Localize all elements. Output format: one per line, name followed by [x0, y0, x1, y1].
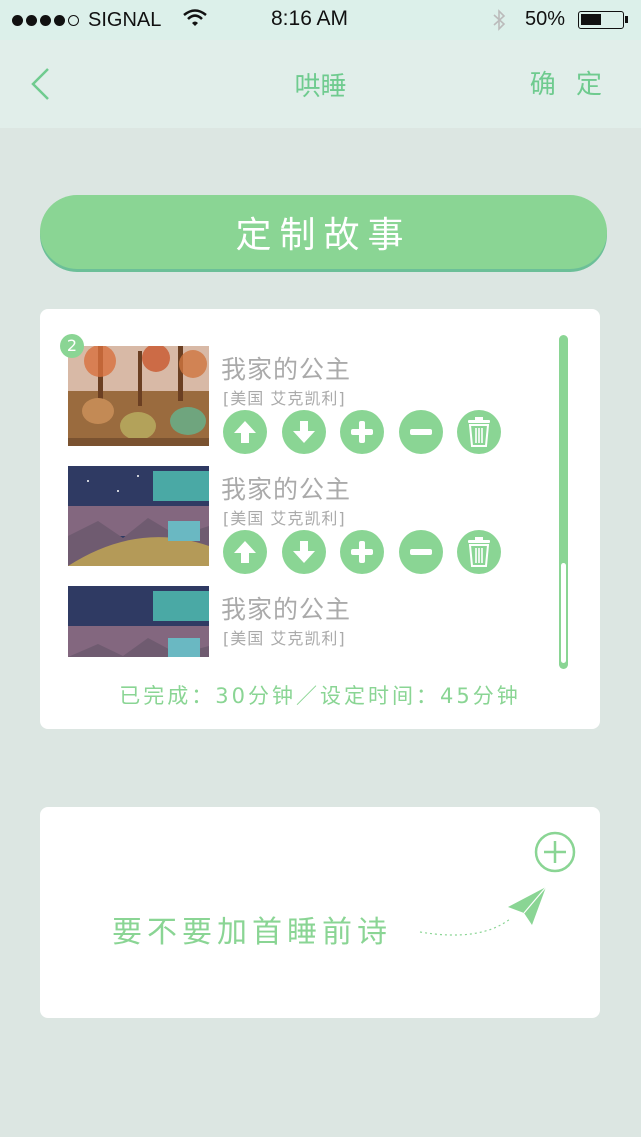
nav-bar: 哄睡 确 定: [0, 40, 641, 128]
poem-prompt: 要不要加首睡前诗: [112, 915, 392, 950]
confirm-button[interactable]: 确 定: [530, 64, 608, 101]
playlist-item[interactable]: 2 我家的公主 [美国 艾克凯利]: [60, 334, 548, 456]
move-up-icon: [234, 421, 256, 443]
clock: 8:16 AM: [271, 7, 349, 30]
add-circle-icon: [534, 831, 576, 873]
story-author: [美国 艾克凯利]: [223, 389, 346, 408]
move-down-button[interactable]: [281, 410, 326, 454]
carrier-name: SIGNAL: [88, 9, 162, 31]
battery-icon: [578, 11, 628, 29]
paper-plane-icon: [410, 877, 550, 941]
story-title: 我家的公主: [221, 475, 352, 504]
reduce-time-button[interactable]: [398, 410, 443, 454]
minus-icon: [409, 549, 432, 555]
story-author: [美国 艾克凯利]: [223, 629, 346, 648]
trash-icon: [468, 417, 490, 447]
playlist-scrollbar[interactable]: [559, 335, 568, 669]
battery-percent: 50%: [525, 8, 566, 30]
add-time-button[interactable]: [340, 410, 384, 454]
story-title: 我家的公主: [221, 595, 352, 624]
bluetooth-icon: [492, 8, 506, 37]
plus-icon: [351, 541, 373, 563]
status-bar: SIGNAL 8:16 AM 50%: [0, 0, 641, 40]
signal-strength: SIGNAL: [12, 9, 161, 32]
custom-story-button[interactable]: 定制故事: [40, 195, 607, 269]
playlist-item[interactable]: 我家的公主 [美国 艾克凯利]: [68, 586, 548, 657]
move-down-button[interactable]: [281, 530, 326, 574]
playlist-card: 2 我家的公主 [美国 艾克凯利] 我家的公主 [美国 艾克凯利] 我家的公主 …: [40, 309, 600, 729]
move-up-button[interactable]: [223, 530, 267, 574]
poem-card: 要不要加首睡前诗: [40, 807, 600, 1018]
move-down-icon: [292, 421, 315, 443]
wifi-icon: [182, 8, 208, 33]
trash-icon: [468, 537, 490, 567]
add-poem-button[interactable]: [534, 831, 576, 877]
move-down-icon: [292, 541, 315, 563]
reduce-time-button[interactable]: [398, 530, 443, 574]
move-up-icon: [234, 541, 256, 563]
delete-button[interactable]: [457, 530, 501, 574]
playlist-item[interactable]: 我家的公主 [美国 艾克凯利]: [68, 466, 548, 576]
add-time-button[interactable]: [340, 530, 384, 574]
move-up-button[interactable]: [223, 410, 267, 454]
story-thumbnail[interactable]: [68, 466, 209, 566]
progress-text: 已完成：30分钟／设定时间：45分钟: [119, 684, 521, 708]
story-title: 我家的公主: [221, 355, 352, 384]
plus-icon: [351, 421, 373, 443]
delete-button[interactable]: [457, 410, 501, 454]
story-author: [美国 艾克凯利]: [223, 509, 346, 528]
story-thumbnail[interactable]: [68, 586, 209, 657]
order-badge: 2: [60, 334, 84, 358]
story-thumbnail[interactable]: [68, 346, 209, 446]
minus-icon: [409, 429, 432, 435]
